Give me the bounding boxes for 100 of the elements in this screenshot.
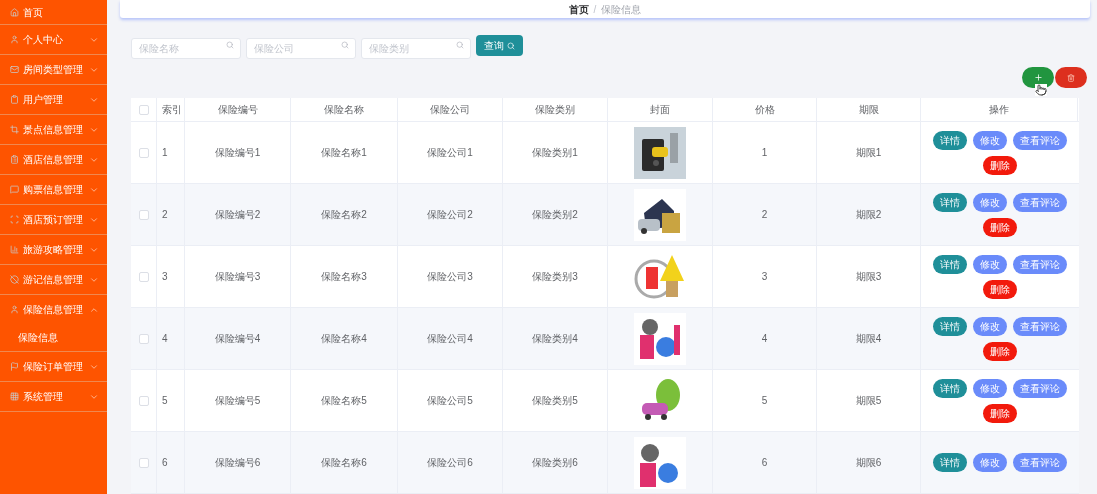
table-cell: 4 [713,308,817,369]
action-button[interactable]: 修改 [972,254,1007,274]
action-button[interactable]: 删除 [982,217,1017,237]
search-icon [341,41,349,49]
action-button[interactable]: 删除 [982,279,1017,299]
table-cell: 4 [157,308,185,369]
sidebar-item[interactable]: 个人中心 [0,25,107,54]
action-button[interactable]: 详情 [932,316,967,336]
table-cell: 保险类别3 [503,246,608,307]
breadcrumb-separator: / [593,2,597,17]
column-header: 封面 [608,98,713,121]
table-cell: 保险编号2 [185,184,291,245]
action-button[interactable]: 详情 [932,254,967,274]
checkbox[interactable] [138,395,149,406]
menu-item-icon [10,65,19,74]
table-cell: 2 [713,184,817,245]
menu-item-icon [10,305,19,314]
sidebar-item[interactable]: 购票信息管理 [0,175,107,204]
menu-item-icon [10,275,19,284]
action-button[interactable]: 修改 [972,378,1007,398]
action-button[interactable]: 查看评论 [1012,453,1067,472]
table-cell: 保险名称1 [291,122,398,183]
submenu-item[interactable]: 保险信息 [0,324,107,351]
table-cell: 保险公司5 [398,370,503,431]
table-cell: 保险名称4 [291,308,398,369]
breadcrumb-item: 保险信息 [601,2,642,17]
action-button[interactable]: 修改 [972,316,1007,336]
search-icon [456,41,464,49]
menu-item-icon [10,35,19,44]
table-cell: 保险类别6 [503,432,608,493]
column-header: 期限 [817,98,921,121]
action-button[interactable]: 查看评论 [1012,192,1067,212]
action-button[interactable]: 删除 [982,341,1017,361]
table-cell: 期限1 [817,122,921,183]
action-button[interactable]: 修改 [972,192,1007,212]
column-header: 价格 [713,98,817,121]
sidebar-item[interactable]: 首页 [0,0,107,24]
table-cell: 保险公司6 [398,432,503,493]
table-cell: 期限2 [817,184,921,245]
menu-item-icon [10,245,19,254]
column-header: 保险类别 [503,98,608,121]
checkbox[interactable] [138,104,149,115]
table-cell: 期限6 [817,432,921,493]
plus-icon [1033,73,1043,82]
column-header: 保险名称 [291,98,398,121]
action-button[interactable]: 查看评论 [1012,378,1067,398]
action-button[interactable]: 详情 [932,130,967,150]
action-button[interactable]: 详情 [932,453,967,472]
table-cell: 保险公司2 [398,184,503,245]
delete-button[interactable] [1055,67,1087,88]
action-button[interactable]: 查看评论 [1012,254,1067,274]
table-cell: 保险名称2 [291,184,398,245]
action-button[interactable]: 查看评论 [1012,316,1067,336]
column-header: 操作 [921,98,1078,121]
sidebar-item[interactable]: 游记信息管理 [0,265,107,294]
checkbox[interactable] [138,457,149,468]
action-button[interactable]: 查看评论 [1012,130,1067,150]
action-button[interactable]: 详情 [932,378,967,398]
table-cell: 保险类别5 [503,370,608,431]
sidebar-item[interactable]: 旅游攻略管理 [0,235,107,264]
sidebar-item[interactable]: 用户管理 [0,85,107,114]
sidebar-item[interactable]: 保险信息管理 [0,295,107,324]
action-button[interactable]: 详情 [932,192,967,212]
table-cell: 保险编号1 [185,122,291,183]
sidebar-item[interactable]: 酒店信息管理 [0,145,107,174]
menu-item-icon [10,215,19,224]
column-header: 保险编号 [185,98,291,121]
table-cell: 保险类别1 [503,122,608,183]
sidebar-item[interactable]: 房间类型管理 [0,55,107,84]
table-cell: 3 [157,246,185,307]
trash-icon [1067,73,1075,82]
table-cell: 保险编号6 [185,432,291,493]
checkbox[interactable] [138,147,149,158]
column-header: 保险公司 [398,98,503,121]
sidebar-item[interactable]: 系统管理 [0,382,107,411]
action-button[interactable]: 修改 [972,453,1007,472]
breadcrumb-item[interactable]: 首页 [568,1,589,17]
table-cell: 6 [713,432,817,493]
table-cell: 1 [713,122,817,183]
table-cell: 5 [713,370,817,431]
table-cell: 期限5 [817,370,921,431]
table-cell: 保险名称3 [291,246,398,307]
checkbox[interactable] [138,209,149,220]
sidebar-item[interactable]: 酒店预订管理 [0,205,107,234]
table-cell: 保险类别4 [503,308,608,369]
table-cell: 5 [157,370,185,431]
table-cell: 保险编号4 [185,308,291,369]
table-cell: 保险类别2 [503,184,608,245]
add-button[interactable] [1022,67,1054,88]
table-cell: 期限3 [817,246,921,307]
search-button[interactable]: 查询 [476,35,523,56]
sidebar-item[interactable]: 景点信息管理 [0,115,107,144]
checkbox[interactable] [138,333,149,344]
action-button[interactable]: 修改 [972,130,1007,150]
action-button[interactable]: 删除 [982,155,1017,175]
table-cell: 保险名称6 [291,432,398,493]
menu-item-icon [10,392,19,401]
action-button[interactable]: 删除 [982,403,1017,423]
checkbox[interactable] [138,271,149,282]
sidebar-item[interactable]: 保险订单管理 [0,352,107,381]
